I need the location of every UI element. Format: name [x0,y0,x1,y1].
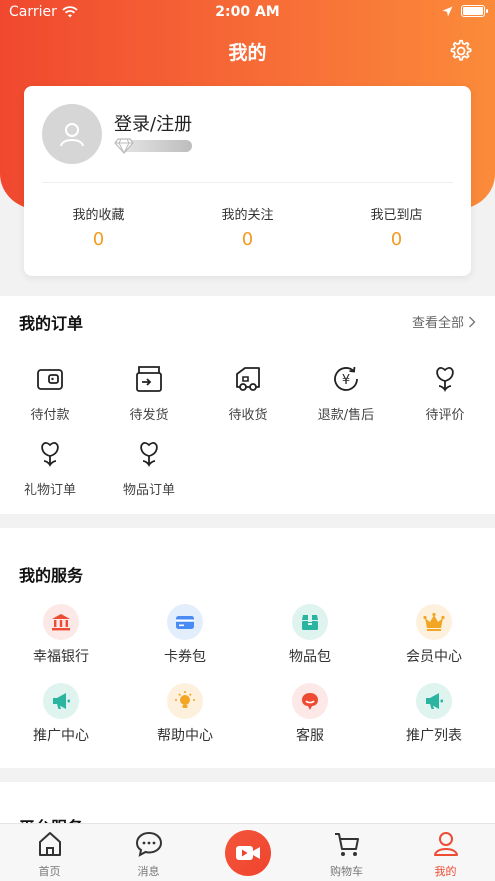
flower-icon [41,442,59,468]
service-coupon-wallet[interactable]: 卡券包 [137,604,233,666]
service-promotion-center[interactable]: 推广中心 [13,683,109,745]
tab-live-video[interactable] [198,824,297,881]
chevron-right-icon [469,316,476,327]
location-arrow-icon [442,6,453,16]
stat-following[interactable]: 我的关注 0 [173,204,322,250]
cart-icon [334,833,359,856]
tab-cart[interactable]: 购物车 [297,824,396,881]
video-camera-icon [235,846,260,860]
order-item-goods[interactable]: 物品订单 [109,439,189,498]
truck-icon [236,367,260,391]
my-orders-section: 我的订单 查看全部 待付款 待发货 待收货 ¥ 退款/售后 待评价 礼物订单 物… [0,296,495,514]
home-icon [38,832,61,856]
status-time: 2:00 AM [215,4,280,20]
service-item-bag[interactable]: 物品包 [262,604,358,666]
order-pending-payment[interactable]: 待付款 [10,364,90,423]
flower-icon [140,442,158,468]
service-member-center[interactable]: 会员中心 [386,604,482,666]
megaphone-icon [426,693,443,709]
divider [42,182,453,183]
bottom-tab-bar: 首页 消息 购物车 我的 [0,823,495,881]
view-all-orders-link[interactable]: 查看全部 [412,312,476,331]
message-icon [135,831,162,857]
stat-favorites[interactable]: 我的收藏 0 [24,204,173,250]
box-out-icon [136,366,162,392]
wallet-icon [37,369,63,390]
bulb-icon [175,691,195,708]
tab-mine[interactable]: 我的 [396,824,495,881]
member-level-badge [114,138,194,154]
service-help-center[interactable]: 帮助中心 [137,683,233,745]
service-promotion-list[interactable]: 推广列表 [386,683,482,745]
section-title: 我的服务 [19,566,84,585]
avatar[interactable] [42,104,102,164]
login-register-link[interactable]: 登录/注册 [114,110,192,136]
svg-text:¥: ¥ [342,373,350,388]
order-refund-aftersales[interactable]: ¥ 退款/售后 [306,364,386,423]
order-pending-receipt[interactable]: 待收货 [208,364,288,423]
order-gift[interactable]: 礼物订单 [10,439,90,498]
bank-icon [52,614,70,631]
tab-home[interactable]: 首页 [0,824,99,881]
card-icon [176,616,194,629]
page-title: 我的 [228,42,267,64]
gear-icon[interactable] [447,38,473,64]
stat-visited-stores[interactable]: 我已到店 0 [322,204,471,250]
title-bar: 我的 [0,34,495,68]
order-pending-review[interactable]: 待评价 [405,364,485,423]
status-bar: Carrier 2:00 AM [0,0,495,26]
user-placeholder-icon [60,123,84,147]
my-services-section: 我的服务 幸福银行 卡券包 物品包 会员中心 推广中心 帮助中心 客服 推广列表 [0,528,495,768]
megaphone-icon [53,693,70,709]
battery-icon [461,5,488,17]
user-icon [433,832,458,856]
flower-icon [436,367,454,393]
profile-stats: 我的收藏 0 我的关注 0 我已到店 0 [24,204,471,250]
profile-card: 登录/注册 我的收藏 0 我的关注 0 我已到店 0 [24,86,471,276]
order-pending-shipment[interactable]: 待发货 [109,364,189,423]
headset-icon [302,693,318,710]
diamond-icon [114,138,134,154]
service-happiness-bank[interactable]: 幸福银行 [13,604,109,666]
crown-icon [423,612,445,631]
refund-icon: ¥ [334,366,358,391]
tab-messages[interactable]: 消息 [99,824,198,881]
service-customer-service[interactable]: 客服 [262,683,358,745]
package-icon [302,615,318,630]
section-title: 我的订单 [19,314,84,333]
